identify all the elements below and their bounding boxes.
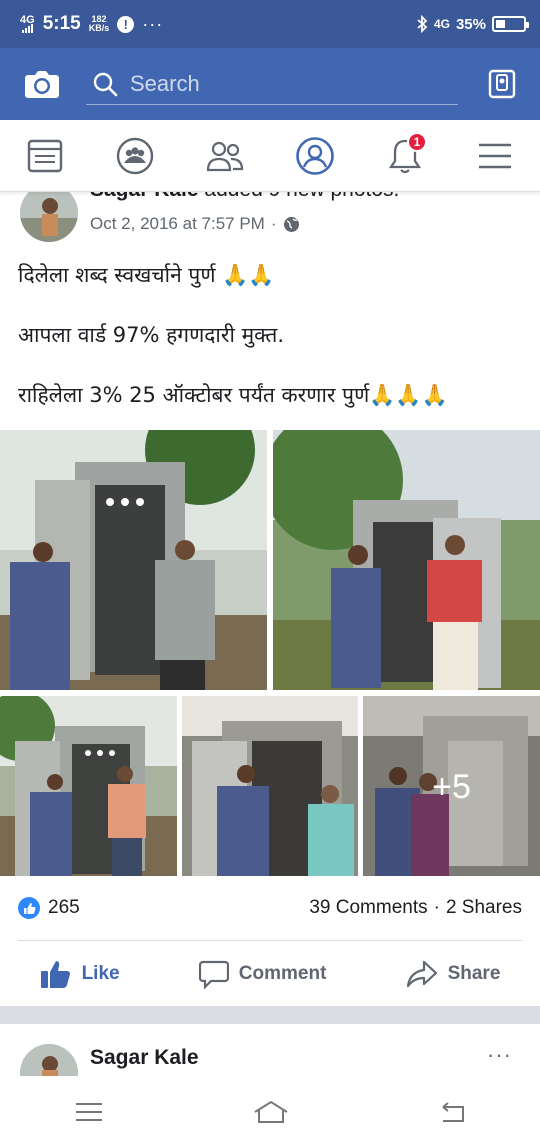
more-photos-count: +5 <box>363 696 540 876</box>
like-label: Like <box>81 963 120 984</box>
meta-separator: · <box>270 214 277 233</box>
recents-icon[interactable] <box>75 1102 103 1122</box>
reactions-bar[interactable]: 265 39 Comments · 2 Shares <box>18 892 522 924</box>
more-notifications-icon: ··· <box>142 13 164 34</box>
post-photo[interactable] <box>182 696 358 876</box>
profile-icon <box>296 136 334 175</box>
back-icon[interactable] <box>439 1101 465 1123</box>
signal-icon <box>21 24 33 33</box>
system-nav-bar <box>0 1084 540 1140</box>
share-icon <box>406 960 437 988</box>
tab-menu[interactable] <box>465 126 525 186</box>
like-count[interactable]: 265 <box>48 897 80 919</box>
counts-separator: · <box>433 897 440 918</box>
engagement-counts: 39 Comments · 2 Shares <box>309 897 522 919</box>
post-actions: Like Comment Share <box>0 948 540 1000</box>
post-photo[interactable] <box>273 430 540 690</box>
battery-fill <box>496 20 506 28</box>
comment-icon <box>198 960 229 989</box>
share-label: Share <box>447 963 501 984</box>
post-action-text: added 9 new photos. <box>199 192 399 201</box>
search-icon <box>93 72 118 96</box>
notification-badge: 1 <box>407 131 427 152</box>
battery-icon <box>492 16 529 32</box>
tab-friends[interactable] <box>195 126 255 186</box>
top-bar <box>0 48 540 120</box>
globe-icon <box>283 216 299 232</box>
post-body: दिलेला शब्द स्वखर्चाने पुर्ण 🙏🙏 आपला वार… <box>18 260 528 440</box>
tab-notifications[interactable]: 1 <box>375 126 435 186</box>
tab-profile[interactable] <box>285 126 345 186</box>
author-name[interactable]: Sagar Kale <box>90 192 199 201</box>
network-speed: 182 KB/s <box>89 15 110 33</box>
like-reaction-icon <box>18 897 40 919</box>
post-photo[interactable] <box>0 430 267 690</box>
post-header: Sagar Kale added 9 new photos. Oct 2, 20… <box>0 192 540 242</box>
search-bar[interactable] <box>86 63 458 105</box>
clock: 5:15 <box>42 13 81 34</box>
news-feed-icon <box>27 139 63 172</box>
groups-icon <box>116 137 154 174</box>
tab-groups[interactable] <box>105 126 165 186</box>
messenger-icon[interactable] <box>488 69 516 99</box>
comments-count[interactable]: 39 Comments <box>309 897 427 919</box>
tab-news-feed[interactable] <box>15 126 75 186</box>
post-photo-more[interactable]: +5 <box>363 696 540 876</box>
post-title: Sagar Kale added 9 new photos. <box>90 192 399 202</box>
next-post-header: Sagar Kale ··· <box>0 1024 540 1084</box>
post-photo[interactable] <box>0 696 177 876</box>
status-left: 4G 5:15 182 KB/s ! ··· <box>20 13 163 35</box>
feed-post: Sagar Kale added 9 new photos. Oct 2, 20… <box>0 192 540 1006</box>
bluetooth-icon <box>417 15 428 33</box>
battery-percent: 35% <box>455 15 486 33</box>
post-text-line: दिलेला शब्द स्वखर्चाने पुर्ण 🙏🙏 <box>18 263 275 287</box>
post-more-button[interactable]: ··· <box>487 192 512 196</box>
post-timestamp[interactable]: Oct 2, 2016 at 7:57 PM <box>90 214 265 234</box>
alert-icon: ! <box>117 15 135 33</box>
photo-grid: +5 <box>0 430 540 876</box>
home-icon[interactable] <box>253 1100 289 1124</box>
menu-icon <box>479 143 511 168</box>
friends-icon <box>206 141 244 171</box>
network-type-right: 4G <box>433 17 450 31</box>
post-text-line: राहिलेला 3% 25 ऑक्टोबर पर्यंत करणार पुर्… <box>18 383 448 407</box>
comment-button[interactable]: Comment <box>198 959 327 989</box>
share-button[interactable]: Share <box>406 960 501 988</box>
speed-unit: KB/s <box>88 23 110 33</box>
next-post-more-button[interactable]: ··· <box>487 1042 512 1068</box>
feed-separator <box>0 1006 540 1024</box>
shares-count[interactable]: 2 Shares <box>446 897 522 919</box>
next-author-avatar[interactable] <box>20 1044 78 1076</box>
author-avatar[interactable] <box>20 192 78 242</box>
like-icon <box>40 961 70 988</box>
post-meta: Oct 2, 2016 at 7:57 PM · <box>90 214 300 234</box>
like-button[interactable]: Like <box>40 959 120 989</box>
comment-label: Comment <box>238 963 327 984</box>
status-bar: 4G 5:15 182 KB/s ! ··· 4G 35% <box>0 0 540 48</box>
network-indicator: 4G <box>20 15 35 33</box>
post-text-line: आपला वार्ड 97% हगणदारी मुक्त. <box>18 323 285 347</box>
search-input[interactable] <box>130 70 430 97</box>
status-right: 4G 35% <box>416 15 529 33</box>
next-author-name[interactable]: Sagar Kale <box>90 1046 199 1070</box>
divider <box>18 940 522 941</box>
camera-icon[interactable] <box>24 68 60 100</box>
nav-tabs: 1 <box>0 120 540 192</box>
